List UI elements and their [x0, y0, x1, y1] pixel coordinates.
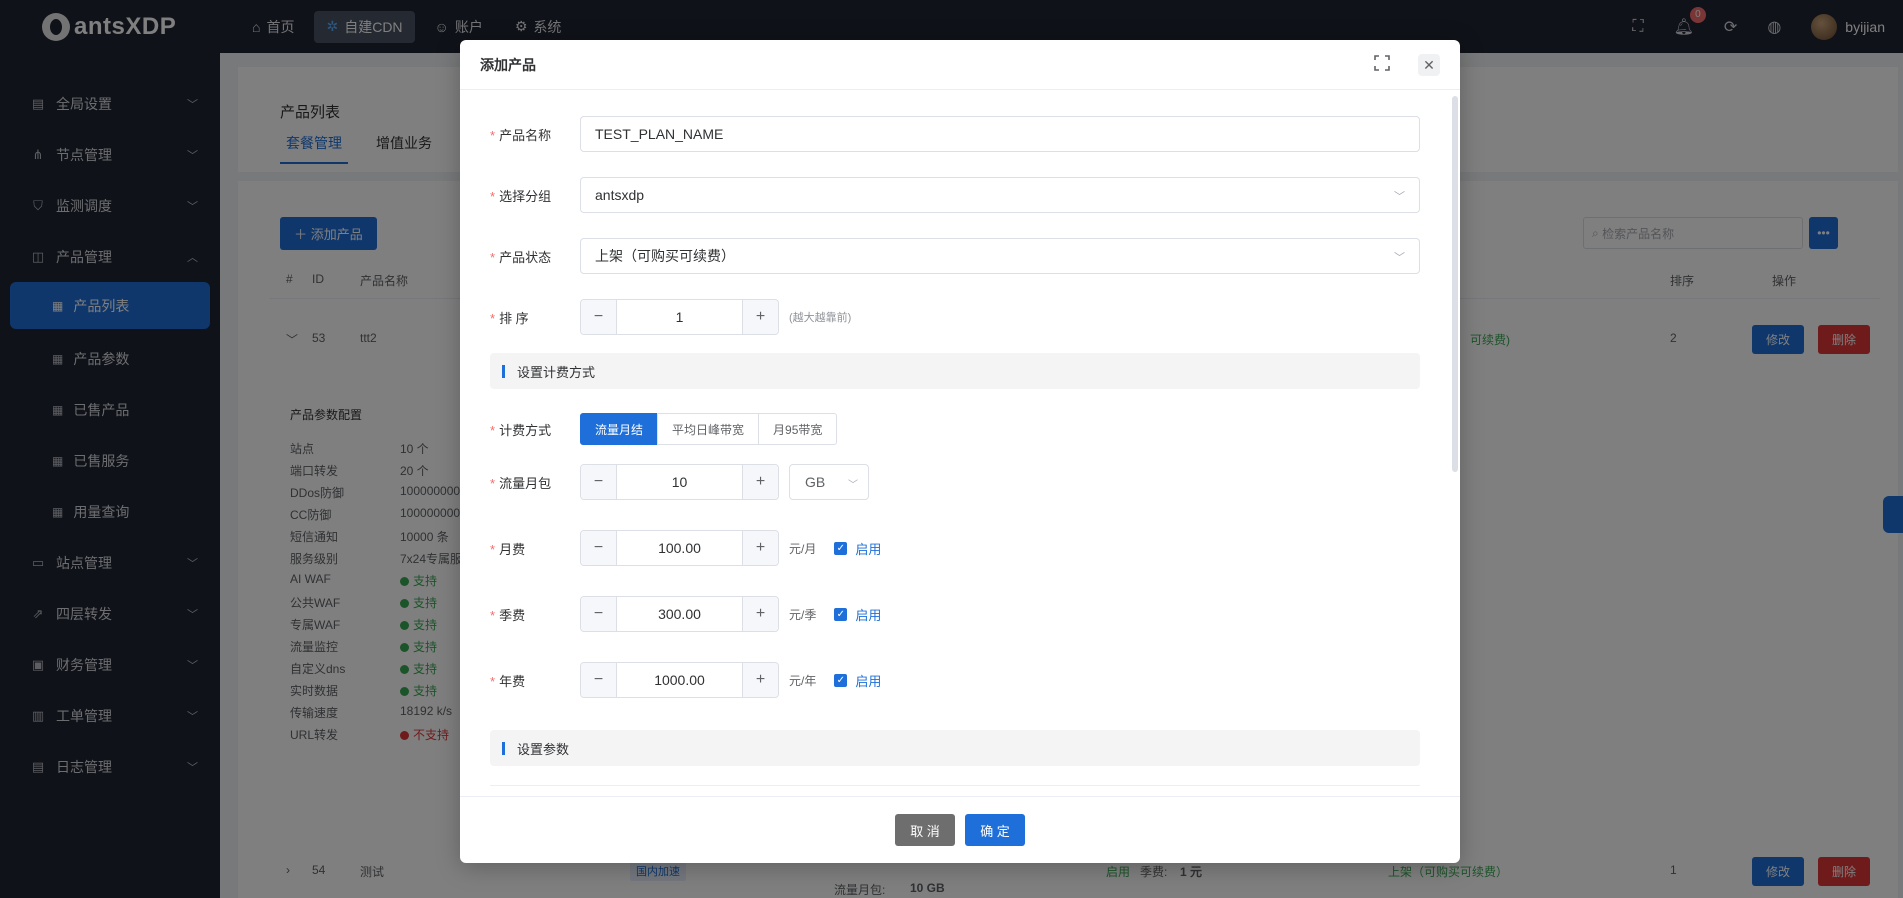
- increment-button[interactable]: +: [742, 531, 778, 565]
- form-row-group: * 选择分组 antsxdp ﹀: [490, 177, 1420, 213]
- year-fee-stepper: − 1000.00 +: [580, 662, 779, 698]
- add-product-dialog: 添加产品 ✕ * 产品名称 TEST_PLAN_NAME * 选择分组 antsxd…: [460, 40, 1460, 863]
- billing-option-95[interactable]: 月95带宽: [758, 413, 838, 445]
- dialog-title: 添加产品: [480, 56, 536, 73]
- dialog-body: * 产品名称 TEST_PLAN_NAME * 选择分组 antsxdp ﹀ * 产品状…: [460, 91, 1452, 796]
- close-icon[interactable]: ✕: [1418, 54, 1440, 76]
- traffic-unit-select[interactable]: GB ﹀: [789, 464, 869, 500]
- monthly-fee-stepper: − 100.00 +: [580, 530, 779, 566]
- billing-option-avg-peak[interactable]: 平均日峰带宽: [657, 413, 760, 445]
- check-icon: ✓: [834, 673, 848, 687]
- increment-button[interactable]: +: [742, 597, 778, 631]
- dialog-scrollbar[interactable]: [1452, 96, 1458, 472]
- decrement-button[interactable]: −: [581, 465, 617, 499]
- sort-hint: (越大越靠前): [789, 312, 852, 324]
- traffic-stepper: − 10 +: [580, 464, 779, 500]
- confirm-button[interactable]: 确 定: [965, 814, 1025, 846]
- sort-value[interactable]: 1: [617, 309, 742, 325]
- group-select[interactable]: antsxdp ﹀: [580, 177, 1420, 213]
- chevron-down-icon: ﹀: [848, 480, 858, 491]
- decrement-button[interactable]: −: [581, 531, 617, 565]
- form-row-year: * 年费 − 1000.00 + 元/年 ✓ 启用: [490, 662, 1420, 698]
- increment-button[interactable]: +: [742, 465, 778, 499]
- section-params: 设置参数: [490, 730, 1420, 766]
- billing-option-monthly-traffic[interactable]: 流量月结: [580, 413, 659, 445]
- sort-stepper: − 1 +: [580, 299, 779, 335]
- increment-button[interactable]: +: [742, 663, 778, 697]
- chevron-down-icon: ﹀: [1394, 252, 1405, 264]
- cancel-button[interactable]: 取 消: [895, 814, 955, 846]
- dialog-header: 添加产品 ✕: [460, 40, 1460, 90]
- form-row-monthly: * 月费 − 100.00 + 元/月 ✓ 启用: [490, 530, 1420, 566]
- fullscreen-icon[interactable]: [1374, 55, 1390, 71]
- increment-button[interactable]: +: [742, 300, 778, 334]
- form-row-status: * 产品状态 上架（可购买可续费） ﹀: [490, 238, 1420, 274]
- decrement-button[interactable]: −: [581, 300, 617, 334]
- form-row-traffic: * 流量月包 − 10 + GB ﹀: [490, 464, 1420, 500]
- form-row-billing: * 计费方式 流量月结 平均日峰带宽 月95带宽: [490, 411, 1420, 447]
- year-enable-checkbox[interactable]: ✓ 启用: [834, 671, 881, 690]
- season-enable-checkbox[interactable]: ✓ 启用: [834, 605, 881, 624]
- form-row-season: * 季费 − 300.00 + 元/季 ✓ 启用: [490, 596, 1420, 632]
- section-billing: 设置计费方式: [490, 353, 1420, 389]
- dialog-footer: 取 消 确 定: [460, 796, 1460, 863]
- status-select[interactable]: 上架（可购买可续费） ﹀: [580, 238, 1420, 274]
- check-icon: ✓: [834, 607, 848, 621]
- form-row-name: * 产品名称 TEST_PLAN_NAME: [490, 116, 1420, 152]
- billing-mode-segmented: 流量月结 平均日峰带宽 月95带宽: [580, 413, 838, 445]
- season-fee-stepper: − 300.00 +: [580, 596, 779, 632]
- monthly-enable-checkbox[interactable]: ✓ 启用: [834, 539, 881, 558]
- check-icon: ✓: [834, 541, 848, 555]
- decrement-button[interactable]: −: [581, 597, 617, 631]
- decrement-button[interactable]: −: [581, 663, 617, 697]
- divider: [490, 785, 1420, 786]
- form-row-sort: * 排 序 − 1 + (越大越靠前): [490, 299, 1420, 335]
- chevron-down-icon: ﹀: [1394, 191, 1405, 203]
- product-name-input[interactable]: TEST_PLAN_NAME: [580, 116, 1420, 152]
